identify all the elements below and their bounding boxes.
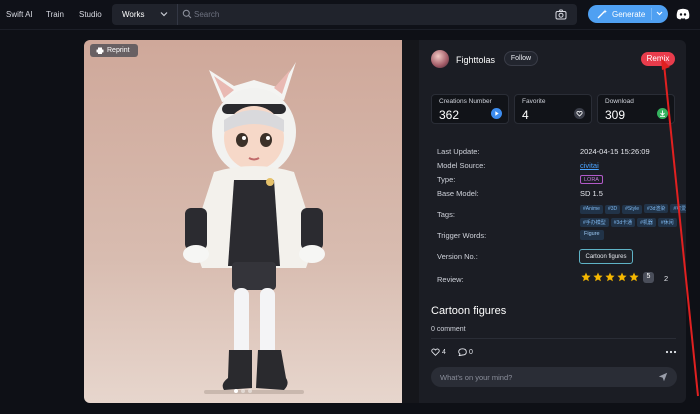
discord-icon[interactable] bbox=[675, 6, 691, 22]
base-model-label: Base Model: bbox=[437, 189, 479, 198]
star-icon bbox=[629, 272, 639, 282]
trigger-words-label: Trigger Words: bbox=[437, 231, 487, 240]
version-label: Version No.: bbox=[437, 252, 478, 261]
version-button[interactable]: Cartoon figures bbox=[579, 249, 633, 264]
generate-label: Generate bbox=[612, 10, 646, 19]
last-update-label: Last Update: bbox=[437, 147, 480, 156]
heart-icon bbox=[431, 348, 440, 356]
tag-chip[interactable]: #Anime bbox=[580, 205, 603, 214]
stat-label: Favorite bbox=[522, 98, 546, 105]
comment-box bbox=[431, 367, 677, 387]
avatar[interactable] bbox=[431, 50, 449, 68]
heart-icon[interactable] bbox=[574, 108, 585, 119]
camera-icon[interactable] bbox=[555, 9, 567, 20]
nav-link-train[interactable]: Train bbox=[46, 10, 64, 19]
like-button[interactable]: 4 bbox=[431, 348, 446, 356]
tag-chip[interactable]: #3D bbox=[604, 205, 621, 214]
stat-favorite: Favorite 4 bbox=[514, 94, 592, 124]
chevron-down-icon bbox=[160, 12, 168, 17]
model-details-panel: Fighttolas Follow Remix Creations Number… bbox=[419, 40, 686, 403]
search-icon bbox=[182, 9, 192, 19]
carousel-dot[interactable] bbox=[241, 389, 245, 393]
rating-stars[interactable] bbox=[581, 272, 641, 284]
model-detail-card: Reprint Fighttolas Follow Remix Creation… bbox=[84, 40, 686, 403]
divider bbox=[431, 338, 676, 339]
stat-label: Creations Number bbox=[439, 98, 492, 105]
stat-label: Download bbox=[605, 98, 634, 105]
comment-count: 0 bbox=[468, 348, 473, 356]
review-label: Review: bbox=[437, 275, 464, 284]
tag-chip[interactable]: #3d卡通 bbox=[610, 218, 636, 227]
category-select[interactable]: Works bbox=[112, 4, 178, 25]
tags-label: Tags: bbox=[437, 210, 455, 219]
carousel-dot[interactable] bbox=[248, 389, 252, 393]
star-icon bbox=[581, 272, 591, 282]
nav-link-studio[interactable]: Studio bbox=[79, 10, 102, 19]
type-badge: LORA bbox=[580, 175, 603, 184]
annotation-arrow bbox=[661, 58, 699, 397]
trigger-word-chip[interactable]: Figure bbox=[580, 230, 604, 240]
top-navigation-bar: Swift AI Train Studio Works Generate bbox=[0, 0, 700, 30]
carousel-indicator bbox=[234, 386, 255, 395]
search-input[interactable] bbox=[194, 8, 534, 21]
model-source-label: Model Source: bbox=[437, 161, 486, 170]
category-select-label: Works bbox=[122, 10, 145, 19]
generate-divider bbox=[651, 8, 652, 20]
star-icon bbox=[605, 272, 615, 282]
star-icon bbox=[593, 272, 603, 282]
reprint-label: Reprint bbox=[107, 47, 130, 54]
chevron-down-icon[interactable] bbox=[655, 9, 664, 18]
search-bar: Works bbox=[112, 4, 577, 25]
stat-value: 309 bbox=[605, 108, 626, 122]
stat-value: 362 bbox=[439, 108, 460, 122]
like-count: 4 bbox=[441, 348, 446, 356]
play-icon[interactable] bbox=[491, 108, 502, 119]
carousel-dot[interactable] bbox=[234, 389, 238, 393]
type-label: Type: bbox=[437, 175, 456, 184]
generate-button[interactable]: Generate bbox=[588, 5, 668, 23]
comment-input[interactable] bbox=[440, 371, 640, 383]
follow-button[interactable]: Follow bbox=[504, 51, 538, 66]
nav-link-swift-ai[interactable]: Swift AI bbox=[6, 10, 33, 19]
tag-chip[interactable]: #机器 bbox=[637, 218, 656, 227]
printer-icon bbox=[96, 47, 104, 54]
model-preview-image[interactable] bbox=[84, 40, 419, 403]
comment-count-label: 0 comment bbox=[431, 326, 466, 333]
magic-wand-icon bbox=[597, 9, 607, 19]
rating-score-badge: 5 bbox=[643, 272, 654, 283]
star-icon bbox=[617, 272, 627, 282]
image-panel: Reprint bbox=[84, 40, 419, 403]
author-name[interactable]: Fighttolas bbox=[456, 55, 495, 65]
last-update-value: 2024-04-15 15:26:09 bbox=[580, 147, 650, 156]
comment-icon bbox=[458, 348, 467, 357]
base-model-value: SD 1.5 bbox=[580, 189, 603, 198]
comment-button[interactable]: 0 bbox=[458, 348, 473, 357]
tag-chip[interactable]: #Style bbox=[622, 205, 643, 214]
model-source-link[interactable]: civitai bbox=[580, 161, 599, 170]
stat-value: 4 bbox=[522, 108, 529, 122]
tag-chip[interactable]: #手办模型 bbox=[580, 218, 609, 227]
reprint-button[interactable]: Reprint bbox=[90, 44, 138, 57]
stat-creations: Creations Number 362 bbox=[431, 94, 509, 124]
post-title: Cartoon figures bbox=[431, 305, 507, 317]
